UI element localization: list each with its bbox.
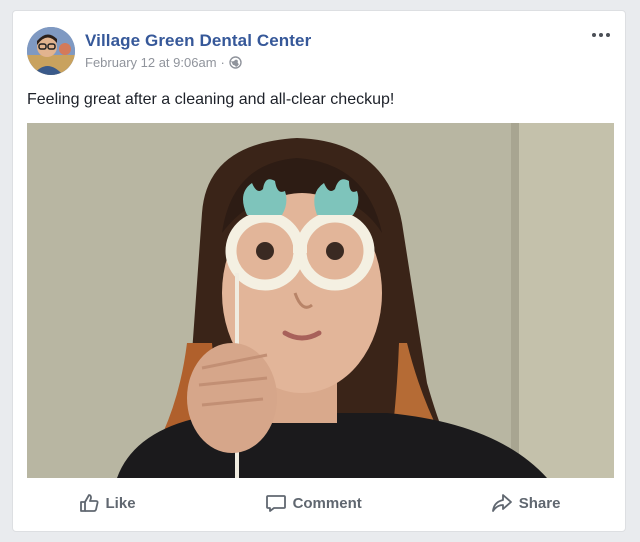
comment-icon	[265, 495, 286, 512]
post-photo[interactable]	[27, 123, 614, 478]
post-timestamp[interactable]: February 12 at 9:06am	[85, 55, 217, 70]
share-label: Share	[518, 494, 561, 512]
post-card: Village Green Dental Center February 12 …	[12, 10, 626, 532]
share-icon	[491, 494, 512, 512]
thumbs-up-icon	[79, 494, 99, 512]
like-button[interactable]: Like	[60, 486, 154, 520]
like-label: Like	[105, 494, 136, 512]
comment-button[interactable]: Comment	[247, 486, 380, 520]
page-name-link[interactable]: Village Green Dental Center	[85, 31, 311, 51]
more-options-icon[interactable]	[589, 27, 613, 43]
post-text: Feeling great after a cleaning and all-c…	[27, 91, 395, 108]
post-meta: February 12 at 9:06am ·	[85, 55, 242, 70]
share-button[interactable]: Share	[473, 486, 579, 520]
page-avatar[interactable]	[27, 27, 75, 75]
comment-label: Comment	[292, 494, 362, 512]
post-actions: Like Comment Share	[13, 483, 625, 523]
meta-separator: ·	[220, 55, 225, 70]
globe-icon[interactable]	[229, 56, 242, 69]
